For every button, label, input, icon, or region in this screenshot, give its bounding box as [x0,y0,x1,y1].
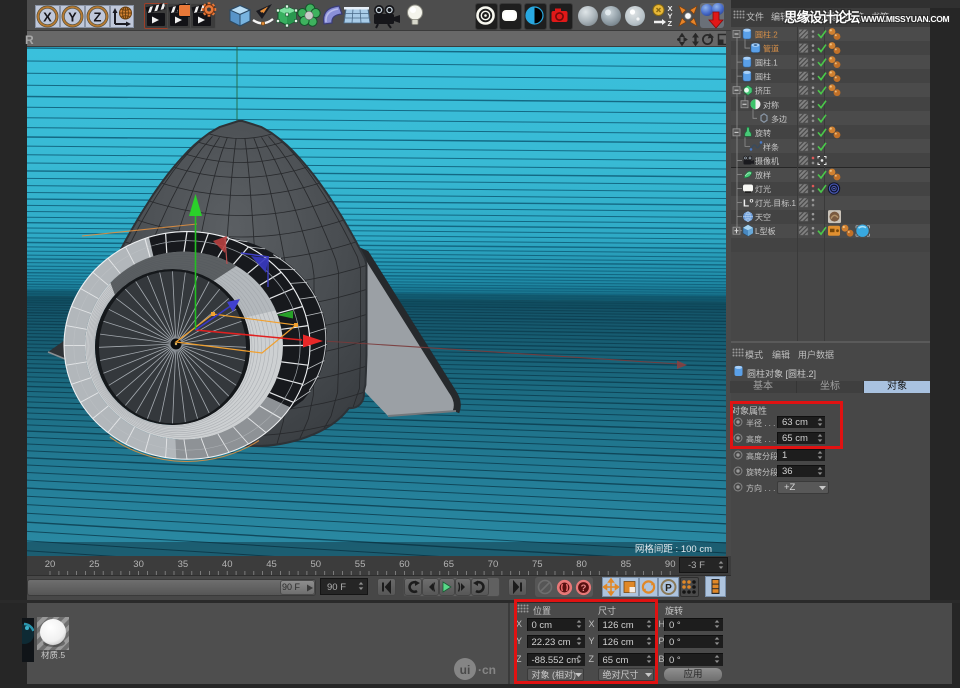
svg-text:样条: 样条 [763,142,779,152]
svg-text:L: L [743,199,749,210]
svg-text:放样: 放样 [755,170,771,180]
svg-text:50: 50 [311,559,322,570]
svg-text:X: X [43,10,52,25]
svg-text:70: 70 [488,559,499,570]
svg-text:·cn: ·cn [478,663,496,677]
svg-text:65: 65 [443,559,454,570]
svg-text:Z: Z [668,19,673,28]
svg-text:旋转: 旋转 [755,128,771,138]
svg-text:圆柱.2: 圆柱.2 [755,30,778,40]
svg-text:Z: Z [93,10,101,25]
svg-text:L型板: L型板 [755,226,775,236]
svg-text:?: ? [581,583,587,594]
svg-text:55: 55 [355,559,366,570]
svg-text:管道: 管道 [763,44,779,54]
svg-text:圆柱: 圆柱 [755,72,771,82]
svg-text:P: P [665,583,672,594]
svg-text:60: 60 [399,559,410,570]
svg-text:灯光.目标.1: 灯光.目标.1 [755,198,796,208]
svg-text:摄像机: 摄像机 [755,156,779,166]
svg-text:75: 75 [532,559,543,570]
svg-text:灯光: 灯光 [755,184,771,194]
svg-text:90: 90 [665,559,676,570]
svg-text:圆柱.1: 圆柱.1 [755,58,778,68]
svg-text:25: 25 [89,559,100,570]
svg-text:40: 40 [222,559,233,570]
svg-text:45: 45 [266,559,277,570]
svg-text:80: 80 [576,559,587,570]
svg-text:85: 85 [621,559,632,570]
svg-text:挤压: 挤压 [755,86,771,96]
svg-text:对称: 对称 [763,100,779,110]
svg-text:20: 20 [45,559,56,570]
svg-text:35: 35 [178,559,189,570]
svg-text:网格间距 : 100 cm: 网格间距 : 100 cm [635,543,712,555]
svg-text:o: o [750,198,754,205]
svg-text:ui: ui [460,663,471,677]
svg-text:天空: 天空 [755,212,771,222]
svg-text:30: 30 [133,559,144,570]
svg-text:Y: Y [68,10,77,25]
svg-text:多边: 多边 [771,114,787,124]
